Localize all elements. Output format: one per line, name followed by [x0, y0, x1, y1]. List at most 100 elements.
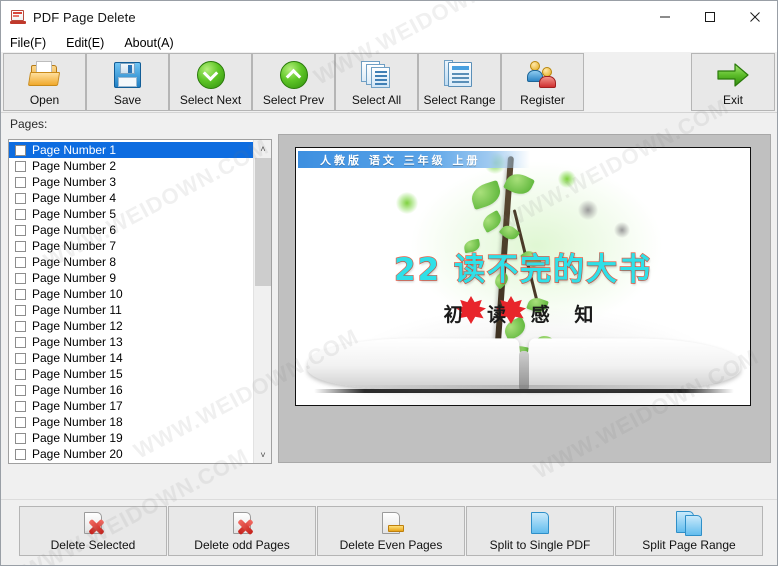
floppy-disk-icon — [111, 59, 145, 91]
list-item-label: Page Number 14 — [32, 351, 123, 365]
list-item[interactable]: Page Number 10 — [9, 286, 253, 302]
bottom-label-split-page-range: Split Page Range — [642, 538, 736, 552]
page-checkbox[interactable] — [15, 160, 26, 172]
list-item-label: Page Number 11 — [32, 303, 122, 317]
list-item-label: Page Number 15 — [32, 367, 123, 381]
menu-item-file[interactable]: File(F) — [8, 35, 55, 51]
list-item[interactable]: Page Number 9 — [9, 270, 253, 286]
open-folder-icon — [27, 59, 62, 91]
list-item-label: Page Number 1 — [32, 143, 117, 157]
page-checkbox[interactable] — [15, 320, 26, 332]
scroll-down-arrow-icon[interactable]: ˅ — [254, 446, 271, 463]
title-bar: PDF Page Delete — [1, 1, 777, 33]
toolbar-button-select-all[interactable]: Select All — [335, 53, 418, 111]
bottom-button-delete-selected[interactable]: Delete Selected — [19, 506, 167, 556]
list-item[interactable]: Page Number 16 — [9, 382, 253, 398]
page-checkbox[interactable] — [15, 208, 26, 220]
list-item[interactable]: Page Number 5 — [9, 206, 253, 222]
toolbar-button-select-prev[interactable]: Select Prev — [252, 53, 335, 111]
green-up-arrow-circle-icon — [277, 59, 311, 91]
list-item[interactable]: Page Number 18 — [9, 414, 253, 430]
toolbar-button-exit[interactable]: Exit — [691, 53, 775, 111]
page-checkbox[interactable] — [15, 288, 26, 300]
toolbar-button-open[interactable]: Open — [3, 53, 86, 111]
bottom-button-split-page-range[interactable]: Split Page Range — [615, 506, 763, 556]
list-item[interactable]: Page Number 17 — [9, 398, 253, 414]
bottom-label-delete-odd-pages: Delete odd Pages — [194, 538, 290, 552]
scrollbar-thumb[interactable] — [255, 158, 271, 286]
list-item[interactable]: Page Number 2 — [9, 158, 253, 174]
list-item[interactable]: Page Number 3 — [9, 174, 253, 190]
pdf-preview-pane: 人教版 语文 三年级 上册 22 读不完的大书 初 读 感 知 — [278, 134, 771, 463]
bottom-button-split-to-single-pdf[interactable]: Split to Single PDF — [466, 506, 614, 556]
page-checkbox[interactable] — [15, 176, 26, 188]
list-item-label: Page Number 3 — [32, 175, 117, 189]
page-checkbox[interactable] — [15, 400, 26, 412]
toolbar-label-select-next: Select Next — [179, 93, 242, 107]
bottom-button-delete-odd-pages[interactable]: Delete odd Pages — [168, 506, 316, 556]
maximize-button[interactable] — [687, 1, 732, 33]
list-item-label: Page Number 18 — [32, 415, 123, 429]
menu-bar: File(F) Edit(E) About(A) — [1, 33, 777, 52]
list-item[interactable]: Page Number 15 — [9, 366, 253, 382]
page-checkbox[interactable] — [15, 368, 26, 380]
page-checkbox[interactable] — [15, 144, 26, 156]
page-checkbox[interactable] — [15, 336, 26, 348]
window-controls — [642, 1, 777, 33]
page-checkbox[interactable] — [15, 384, 26, 396]
toolbar-button-save[interactable]: Save — [86, 53, 169, 111]
sparkle-decoration — [558, 170, 576, 188]
list-item[interactable]: Page Number 12 — [9, 318, 253, 334]
bottom-label-split-to-single-pdf: Split to Single PDF — [489, 538, 591, 552]
sparkle-decoration — [578, 200, 598, 220]
toolbar-button-register[interactable]: Register — [501, 53, 584, 111]
pages-list: Page Number 1 Page Number 2 Page Number 3 P… — [9, 140, 253, 463]
page-checkbox[interactable] — [15, 448, 26, 460]
page-checkbox[interactable] — [15, 272, 26, 284]
bottom-button-delete-even-pages[interactable]: Delete Even Pages — [317, 506, 465, 556]
page-checkbox[interactable] — [15, 304, 26, 316]
pages-listbox[interactable]: Page Number 1 Page Number 2 Page Number 3 P… — [8, 139, 272, 464]
toolbar-button-select-next[interactable]: Select Next — [169, 53, 252, 111]
minimize-button[interactable] — [642, 1, 687, 33]
menu-item-about[interactable]: About(A) — [122, 35, 182, 51]
menu-item-edit[interactable]: Edit(E) — [64, 35, 113, 51]
scroll-up-arrow-icon[interactable]: ˄ — [254, 140, 271, 157]
list-item[interactable]: Page Number 14 — [9, 350, 253, 366]
page-checkbox[interactable] — [15, 240, 26, 252]
list-item-label: Page Number 8 — [32, 255, 117, 269]
list-item[interactable]: Page Number 20 — [9, 446, 253, 462]
minimize-icon — [659, 16, 670, 18]
page-checkbox[interactable] — [15, 416, 26, 428]
list-item[interactable]: Page Number 11 — [9, 302, 253, 318]
app-icon — [10, 9, 26, 25]
page-checkbox[interactable] — [15, 224, 26, 236]
bottom-label-delete-even-pages: Delete Even Pages — [339, 538, 443, 552]
toolbar-label-exit: Exit — [722, 93, 743, 107]
list-item[interactable]: Page Number 7 — [9, 238, 253, 254]
page-checkbox[interactable] — [15, 192, 26, 204]
toolbar-label-select-prev: Select Prev — [262, 93, 325, 107]
list-item[interactable]: Page Number 4 — [9, 190, 253, 206]
toolbar-label-select-all: Select All — [351, 93, 402, 107]
sparkle-decoration — [396, 192, 418, 214]
page-checkbox[interactable] — [15, 256, 26, 268]
sparkle-decoration — [614, 222, 630, 238]
pages-list-scrollbar[interactable]: ˄ ˅ — [253, 140, 271, 463]
list-item[interactable]: Page Number 13 — [9, 334, 253, 350]
toolbar-button-select-range[interactable]: Select Range — [418, 53, 501, 111]
list-item[interactable]: Page Number 19 — [9, 430, 253, 446]
slide-header-band: 人教版 语文 三年级 上册 — [298, 151, 530, 168]
page-checkbox[interactable] — [15, 432, 26, 444]
close-button[interactable] — [732, 1, 777, 33]
pdf-page-preview[interactable]: 人教版 语文 三年级 上册 22 读不完的大书 初 读 感 知 — [295, 147, 751, 406]
toolbar-label-register: Register — [520, 93, 565, 107]
slide-header-text: 人教版 语文 三年级 上册 — [320, 153, 481, 167]
list-item[interactable]: Page Number 1 — [9, 142, 253, 158]
list-item-label: Page Number 9 — [32, 271, 117, 285]
list-item[interactable]: Page Number 8 — [9, 254, 253, 270]
page-checkbox[interactable] — [15, 352, 26, 364]
list-item[interactable]: Page Number 6 — [9, 222, 253, 238]
blue-documents-icon — [675, 511, 703, 537]
list-item-label: Page Number 5 — [32, 207, 117, 221]
